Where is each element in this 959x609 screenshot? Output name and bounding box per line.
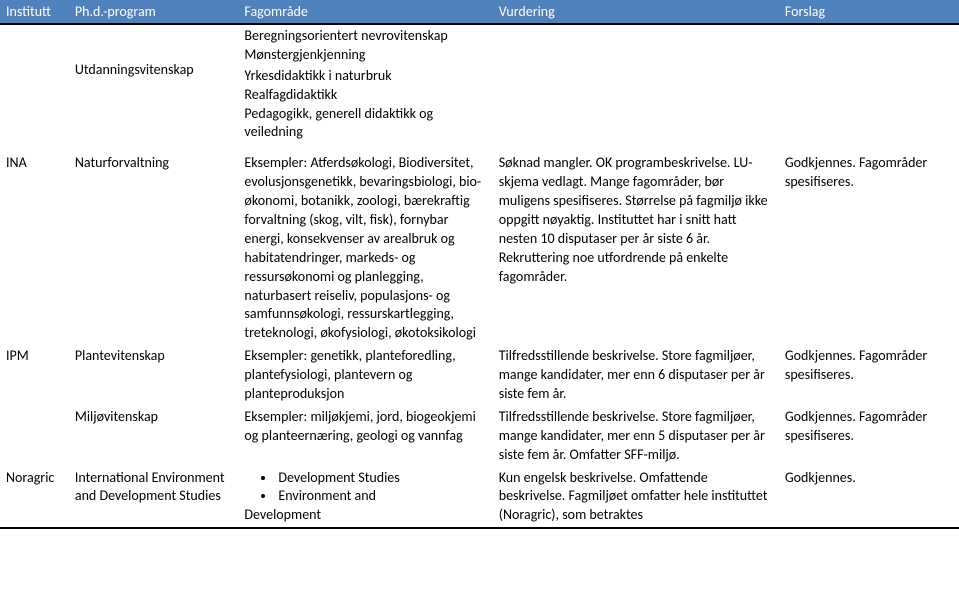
col-header-institutt: Institutt bbox=[0, 0, 69, 24]
cell-forslag: Godkjennes. Fagområder spesifiseres. bbox=[779, 152, 959, 345]
list-item: Environment and bbox=[276, 487, 486, 506]
cell-fagomrade: Development Studies Environment and Deve… bbox=[238, 467, 492, 529]
cell-institutt bbox=[0, 24, 69, 144]
cell-program: Miljøvitenskap bbox=[69, 406, 239, 467]
cell-vurdering: Tilfredsstillende beskrivelse. Store fag… bbox=[493, 345, 779, 406]
cell-program: Plantevitenskap bbox=[69, 345, 239, 406]
cell-fagomrade: Eksempler: Atferdsøkologi, Biodiversitet… bbox=[238, 152, 492, 345]
cell-vurdering bbox=[493, 24, 779, 144]
cell-vurdering: Kun engelsk beskrivelse. Omfattende besk… bbox=[493, 467, 779, 529]
table-header-row: Institutt Ph.d.-program Fagområde Vurder… bbox=[0, 0, 959, 24]
cell-institutt: IPM bbox=[0, 345, 69, 406]
cell-program: Naturforvaltning bbox=[69, 152, 239, 345]
cell-forslag: Godkjennes. Fagområder spesifiseres. bbox=[779, 406, 959, 467]
cell-program: International Environment and Developmen… bbox=[69, 467, 239, 529]
cell-fagomrade: Beregningsorientert nevrovitenskap Mønst… bbox=[238, 24, 492, 144]
cell-institutt: Noragric bbox=[0, 467, 69, 529]
cell-institutt: INA bbox=[0, 152, 69, 345]
table-row: Miljøvitenskap Eksempler: miljøkjemi, jo… bbox=[0, 406, 959, 467]
bullet-list: Development Studies Environment and bbox=[244, 469, 486, 507]
col-header-fagomrade: Fagområde bbox=[238, 0, 492, 24]
cell-fagomrade: Eksempler: miljøkjemi, jord, biogeokjemi… bbox=[238, 406, 492, 467]
cell-fagomrade: Eksempler: genetikk, planteforedling, pl… bbox=[238, 345, 492, 406]
table-row: IPM Plantevitenskap Eksempler: genetikk,… bbox=[0, 345, 959, 406]
cell-program: Utdanningsvitenskap bbox=[69, 24, 239, 144]
cell-institutt bbox=[0, 406, 69, 467]
fagomrade-rest: Yrkesdidaktikk i naturbruk Realfagdidakt… bbox=[238, 67, 492, 145]
cell-forslag: Godkjennes. bbox=[779, 467, 959, 529]
table-row: INA Naturforvaltning Eksempler: Atferdsø… bbox=[0, 152, 959, 345]
list-item: Development Studies bbox=[276, 469, 486, 488]
col-header-forslag: Forslag bbox=[779, 0, 959, 24]
cell-vurdering: Tilfredsstillende beskrivelse. Store fag… bbox=[493, 406, 779, 467]
fagomrade-highlight: Beregningsorientert nevrovitenskap Mønst… bbox=[238, 25, 492, 67]
col-header-vurdering: Vurdering bbox=[493, 0, 779, 24]
table-row: Utdanningsvitenskap Beregningsorientert … bbox=[0, 24, 959, 144]
cell-forslag: Godkjennes. Fagområder spesifiseres. bbox=[779, 345, 959, 406]
program-text: Utdanningsvitenskap bbox=[75, 61, 194, 78]
fagomrade-trail: Development bbox=[244, 506, 486, 525]
data-table: Institutt Ph.d.-program Fagområde Vurder… bbox=[0, 0, 959, 529]
table-row: Noragric International Environment and D… bbox=[0, 467, 959, 529]
cell-forslag bbox=[779, 24, 959, 144]
col-header-program: Ph.d.-program bbox=[69, 0, 239, 24]
cell-vurdering: Søknad mangler. OK programbeskrivelse. L… bbox=[493, 152, 779, 345]
